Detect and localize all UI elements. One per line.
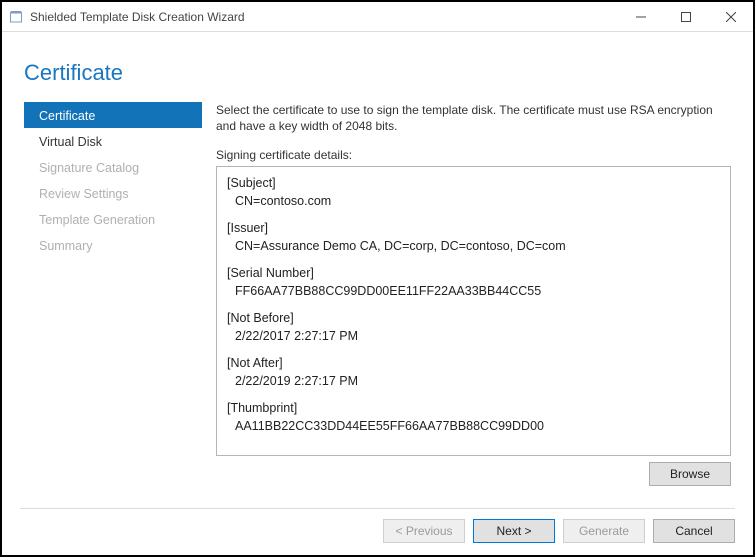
subject-value: CN=contoso.com: [235, 193, 720, 211]
subject-label: [Subject]: [227, 175, 720, 193]
notafter-value: 2/22/2019 2:27:17 PM: [235, 373, 720, 391]
notbefore-value: 2/22/2017 2:27:17 PM: [235, 328, 720, 346]
notbefore-label: [Not Before]: [227, 310, 720, 328]
sidebar-item-template-generation: Template Generation: [24, 206, 202, 232]
minimize-button[interactable]: [618, 3, 663, 31]
app-icon: [8, 9, 24, 25]
browse-button[interactable]: Browse: [649, 462, 731, 486]
previous-button: < Previous: [383, 519, 465, 543]
sidebar-item-virtual-disk[interactable]: Virtual Disk: [24, 128, 202, 154]
next-button[interactable]: Next >: [473, 519, 555, 543]
serial-value: FF66AA77BB88CC99DD00EE11FF22AA33BB44CC55: [235, 283, 720, 301]
sidebar-item-signature-catalog: Signature Catalog: [24, 154, 202, 180]
sidebar-item-certificate[interactable]: Certificate: [24, 102, 202, 128]
thumbprint-label: [Thumbprint]: [227, 400, 720, 418]
titlebar: Shielded Template Disk Creation Wizard: [2, 2, 753, 32]
body: Certificate Virtual Disk Signature Catal…: [2, 102, 753, 499]
wizard-sidebar: Certificate Virtual Disk Signature Catal…: [24, 102, 202, 499]
generate-button: Generate: [563, 519, 645, 543]
wizard-footer: < Previous Next > Generate Cancel: [20, 508, 735, 543]
thumbprint-value: AA11BB22CC33DD44EE55FF66AA77BB88CC99DD00: [235, 418, 720, 436]
cancel-button[interactable]: Cancel: [653, 519, 735, 543]
sidebar-item-review-settings: Review Settings: [24, 180, 202, 206]
issuer-value: CN=Assurance Demo CA, DC=corp, DC=contos…: [235, 238, 720, 256]
window-title: Shielded Template Disk Creation Wizard: [30, 10, 245, 24]
notafter-label: [Not After]: [227, 355, 720, 373]
instruction-text: Select the certificate to use to sign th…: [216, 102, 731, 134]
close-button[interactable]: [708, 3, 753, 31]
issuer-label: [Issuer]: [227, 220, 720, 238]
header: Certificate: [2, 32, 753, 102]
page-title: Certificate: [24, 60, 753, 86]
sidebar-item-summary: Summary: [24, 232, 202, 258]
certificate-details-box: [Subject] CN=contoso.com [Issuer] CN=Ass…: [216, 166, 731, 456]
content-panel: Select the certificate to use to sign th…: [202, 102, 731, 499]
serial-label: [Serial Number]: [227, 265, 720, 283]
details-label: Signing certificate details:: [216, 148, 731, 162]
maximize-button[interactable]: [663, 3, 708, 31]
